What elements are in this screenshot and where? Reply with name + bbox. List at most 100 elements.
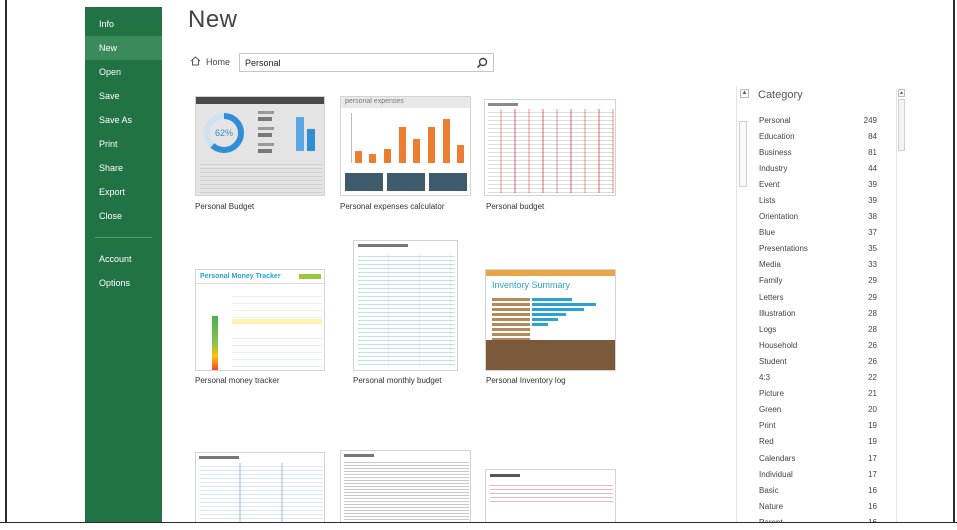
template-thumbnail-business-budget[interactable] bbox=[195, 452, 325, 525]
category-item-event[interactable]: Event 39 bbox=[759, 176, 877, 192]
nav-item-export[interactable]: Export bbox=[85, 180, 162, 204]
category-count: 37 bbox=[868, 228, 877, 238]
category-item-student[interactable]: Student 26 bbox=[759, 353, 877, 369]
category-count: 16 bbox=[868, 485, 877, 495]
window-frame-left bbox=[0, 0, 7, 525]
template-thumbnail-personal-money-tracker[interactable]: Personal Money Tracker bbox=[195, 269, 325, 371]
template-thumbnail-personal-budget[interactable]: 62% bbox=[195, 96, 325, 196]
category-name: Basic bbox=[759, 485, 779, 495]
scrollbar-thumb[interactable] bbox=[898, 99, 905, 151]
template-label: Personal money tracker bbox=[195, 376, 280, 385]
nav-item-open[interactable]: Open bbox=[85, 60, 162, 84]
category-count: 29 bbox=[868, 292, 877, 302]
category-name: Picture bbox=[759, 389, 784, 399]
template-thumbnail-personal-expenses-calculator[interactable]: personal expenses bbox=[340, 96, 471, 196]
category-count: 28 bbox=[868, 324, 877, 334]
category-item-media[interactable]: Media 33 bbox=[759, 257, 877, 273]
nav-item-save-as[interactable]: Save As bbox=[85, 108, 162, 132]
home-icon bbox=[190, 56, 201, 68]
category-count: 44 bbox=[868, 163, 877, 173]
category-count: 35 bbox=[868, 244, 877, 254]
nav-item-share[interactable]: Share bbox=[85, 156, 162, 180]
category-item-individual[interactable]: Individual 17 bbox=[759, 466, 877, 482]
nav-item-info[interactable]: Info bbox=[85, 12, 162, 36]
category-item-orientation[interactable]: Orientation 38 bbox=[759, 209, 877, 225]
category-item-lists[interactable]: Lists 39 bbox=[759, 192, 877, 208]
template-label: Personal Inventory log bbox=[486, 376, 566, 385]
category-name: Event bbox=[759, 179, 780, 189]
category-name: Lists bbox=[759, 196, 776, 206]
category-item-red[interactable]: Red 19 bbox=[759, 434, 877, 450]
category-count: 81 bbox=[868, 147, 877, 157]
category-count: 39 bbox=[868, 179, 877, 189]
category-name: Family bbox=[759, 276, 783, 286]
category-item-presentations[interactable]: Presentations 35 bbox=[759, 241, 877, 257]
nav-item-options[interactable]: Options bbox=[85, 271, 162, 295]
category-name: Household bbox=[759, 340, 798, 350]
category-name: Letters bbox=[759, 292, 784, 302]
category-name: Print bbox=[759, 421, 776, 431]
search-icon[interactable] bbox=[475, 56, 489, 70]
backstage-nav: Info New Open Save Save As Print Share E… bbox=[85, 7, 162, 525]
category-item-logs[interactable]: Logs 28 bbox=[759, 321, 877, 337]
category-name: Illustration bbox=[759, 308, 796, 318]
category-item-business[interactable]: Business 81 bbox=[759, 144, 877, 160]
category-item-picture[interactable]: Picture 21 bbox=[759, 386, 877, 402]
home-label: Home bbox=[206, 57, 231, 67]
category-name: Red bbox=[759, 437, 774, 447]
category-item-education[interactable]: Education 84 bbox=[759, 128, 877, 144]
category-item-4-3[interactable]: 4:3 22 bbox=[759, 370, 877, 386]
category-header: Category bbox=[758, 89, 803, 101]
category-item-green[interactable]: Green 20 bbox=[759, 402, 877, 418]
category-count: 20 bbox=[868, 405, 877, 415]
category-scrollbar[interactable]: ▲ bbox=[896, 89, 905, 525]
budget-percent-text: 62% bbox=[214, 128, 233, 138]
category-name: Education bbox=[759, 131, 795, 141]
category-list: Personal 249 Education 84 Business 81 Indus… bbox=[759, 112, 877, 530]
collapse-category-icon[interactable]: ▲ bbox=[740, 89, 749, 98]
category-name: Logs bbox=[759, 324, 777, 334]
home-link[interactable]: Home bbox=[190, 56, 230, 68]
nav-item-save[interactable]: Save bbox=[85, 84, 162, 108]
category-count: 29 bbox=[868, 276, 877, 286]
template-label: Personal budget bbox=[486, 202, 545, 211]
category-name: Nature bbox=[759, 501, 784, 511]
category-count: 26 bbox=[868, 340, 877, 350]
category-item-print[interactable]: Print 19 bbox=[759, 418, 877, 434]
search-box[interactable] bbox=[239, 53, 494, 72]
expenses-title-text: personal expenses bbox=[345, 98, 404, 105]
category-item-nature[interactable]: Nature 16 bbox=[759, 498, 877, 514]
category-item-illustration[interactable]: Illustration 28 bbox=[759, 305, 877, 321]
category-item-blue[interactable]: Blue 37 bbox=[759, 225, 877, 241]
template-thumbnail-personal-monthly-budget[interactable] bbox=[353, 240, 458, 371]
template-thumbnail-personal-budget-sheet[interactable] bbox=[484, 99, 616, 196]
category-name: Blue bbox=[759, 228, 776, 238]
scroll-up-icon[interactable]: ▲ bbox=[898, 89, 905, 97]
category-name: Presentations bbox=[759, 244, 808, 254]
category-item-industry[interactable]: Industry 44 bbox=[759, 160, 877, 176]
category-item-family[interactable]: Family 29 bbox=[759, 273, 877, 289]
inventory-title-text: Inventory Summary bbox=[492, 280, 571, 290]
category-item-basic[interactable]: Basic 16 bbox=[759, 482, 877, 498]
nav-item-new[interactable]: New bbox=[85, 36, 162, 60]
template-label: Personal monthly budget bbox=[353, 376, 442, 385]
category-splitter-handle[interactable] bbox=[739, 121, 747, 187]
nav-item-close[interactable]: Close bbox=[85, 204, 162, 228]
category-name: Individual bbox=[759, 469, 793, 479]
template-label: Personal Budget bbox=[195, 202, 255, 211]
nav-item-account[interactable]: Account bbox=[85, 247, 162, 271]
window-frame-right bbox=[953, 0, 957, 525]
template-thumbnail-personal-inventory-log[interactable]: Inventory Summary bbox=[485, 269, 616, 371]
template-thumbnail-list[interactable] bbox=[485, 469, 616, 525]
category-name: Business bbox=[759, 147, 792, 157]
category-item-household[interactable]: Household 26 bbox=[759, 337, 877, 353]
category-item-letters[interactable]: Letters 29 bbox=[759, 289, 877, 305]
nav-item-print[interactable]: Print bbox=[85, 132, 162, 156]
category-name: Orientation bbox=[759, 212, 799, 222]
category-count: 22 bbox=[868, 373, 877, 383]
category-name: Personal bbox=[759, 115, 791, 125]
category-item-calendars[interactable]: Calendars 17 bbox=[759, 450, 877, 466]
search-input[interactable] bbox=[245, 57, 470, 69]
template-thumbnail-personal-budget-2[interactable] bbox=[340, 450, 471, 525]
category-item-personal[interactable]: Personal 249 bbox=[759, 112, 877, 128]
